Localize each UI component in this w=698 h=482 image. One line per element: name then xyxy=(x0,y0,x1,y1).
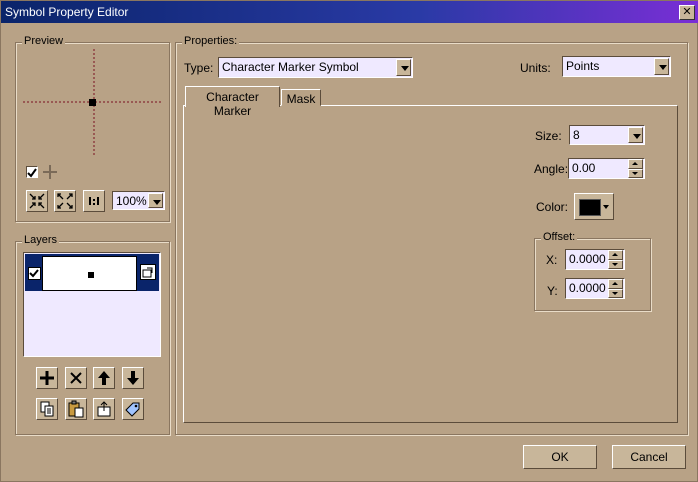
offset-x-value: 0.0000 xyxy=(569,252,606,266)
one-to-one-icon xyxy=(89,197,99,205)
export-layer-button[interactable] xyxy=(93,398,115,420)
cancel-button-label: Cancel xyxy=(630,450,668,464)
marker-symbol-thumbnail xyxy=(88,272,94,278)
spin-up-icon[interactable] xyxy=(608,279,623,289)
offset-legend: Offset: xyxy=(541,231,578,243)
symbol-property-editor-dialog: Symbol Property Editor ✕ Preview 100% La… xyxy=(0,0,698,482)
close-icon: ✕ xyxy=(682,6,692,18)
layers-legend: Layers xyxy=(22,234,60,246)
paste-layer-button[interactable] xyxy=(65,398,87,420)
layers-list[interactable] xyxy=(23,252,161,357)
checkmark-icon xyxy=(29,269,39,278)
spin-up-icon[interactable] xyxy=(608,250,623,260)
add-layer-button[interactable] xyxy=(36,367,58,389)
spin-down-icon[interactable] xyxy=(608,288,623,298)
type-label: Type: xyxy=(184,61,214,75)
zoom-select[interactable]: 100% xyxy=(112,191,165,210)
size-value: 8 xyxy=(573,128,580,142)
preview-visibility-checkbox[interactable] xyxy=(26,166,38,178)
offset-x-label: X: xyxy=(546,253,558,267)
angle-value: 0.00 xyxy=(572,161,596,175)
spin-up-icon[interactable] xyxy=(628,159,643,169)
color-swatch xyxy=(579,199,601,216)
tab-character-marker-label: Character Marker xyxy=(206,90,259,118)
arrow-down-icon xyxy=(127,371,139,385)
tag-icon xyxy=(125,402,140,417)
ok-button-label: OK xyxy=(551,450,569,464)
chevron-down-icon xyxy=(603,205,609,209)
angle-spinner[interactable]: 0.00 xyxy=(568,158,645,179)
delete-x-icon xyxy=(70,372,82,384)
tag-layer-button[interactable] xyxy=(122,398,144,420)
angle-spin-buttons[interactable] xyxy=(628,159,644,178)
offset-y-spinner[interactable]: 0.0000 xyxy=(565,278,625,299)
export-icon xyxy=(97,401,111,417)
cancel-button[interactable]: Cancel xyxy=(612,445,686,469)
shrink-arrows-icon xyxy=(29,193,45,209)
tab-character-marker[interactable]: Character Marker xyxy=(185,86,280,118)
ok-button[interactable]: OK xyxy=(523,445,597,469)
type-value: Character Marker Symbol xyxy=(222,60,359,74)
delete-layer-button[interactable] xyxy=(65,367,87,389)
units-value: Points xyxy=(566,59,600,73)
checkmark-icon xyxy=(27,168,37,178)
actual-size-button[interactable] xyxy=(83,190,105,212)
plus-icon xyxy=(40,371,54,385)
zoom-out-button[interactable] xyxy=(54,190,76,212)
chevron-down-icon[interactable] xyxy=(148,193,163,208)
move-layer-up-button[interactable] xyxy=(93,367,115,389)
spin-down-icon[interactable] xyxy=(628,168,643,178)
color-label: Color: xyxy=(536,200,569,214)
expand-arrows-icon xyxy=(57,193,73,209)
close-button[interactable]: ✕ xyxy=(679,5,695,20)
crosshair-icon[interactable] xyxy=(43,165,57,179)
preview-legend: Preview xyxy=(22,35,66,47)
offset-x-spinner[interactable]: 0.0000 xyxy=(565,249,625,270)
paste-icon xyxy=(68,400,84,418)
chevron-down-icon[interactable] xyxy=(396,59,411,76)
type-select[interactable]: Character Marker Symbol xyxy=(218,57,413,78)
properties-legend: Properties: xyxy=(182,35,240,47)
zoom-value: 100% xyxy=(116,194,147,208)
layer-thumbnail xyxy=(42,256,137,291)
tab-mask-label: Mask xyxy=(286,92,316,106)
title-bar[interactable]: Symbol Property Editor ✕ xyxy=(1,1,698,23)
units-label: Units: xyxy=(520,61,551,75)
layer-visible-checkbox[interactable] xyxy=(28,267,41,280)
offset-y-spin-buttons[interactable] xyxy=(608,279,624,298)
marker-symbol-preview xyxy=(89,99,96,106)
move-layer-down-button[interactable] xyxy=(122,367,144,389)
color-picker-button[interactable] xyxy=(574,193,614,220)
chevron-down-icon[interactable] xyxy=(628,127,643,143)
layer-lock-icon[interactable] xyxy=(140,264,156,280)
zoom-in-button[interactable] xyxy=(26,190,48,212)
chevron-down-icon[interactable] xyxy=(654,58,669,75)
offset-x-spin-buttons[interactable] xyxy=(608,250,624,269)
offset-y-label: Y: xyxy=(547,284,558,298)
units-select[interactable]: Points xyxy=(562,56,671,77)
angle-label: Angle: xyxy=(534,162,569,176)
copy-icon xyxy=(40,401,54,417)
spin-down-icon[interactable] xyxy=(608,259,623,269)
size-label: Size: xyxy=(535,129,562,143)
window-title: Symbol Property Editor xyxy=(5,5,129,19)
copy-layer-button[interactable] xyxy=(36,398,58,420)
size-select[interactable]: 8 xyxy=(569,125,645,145)
offset-y-value: 0.0000 xyxy=(569,281,606,295)
tab-mask[interactable]: Mask xyxy=(281,89,321,106)
layer-row-selected[interactable] xyxy=(25,254,159,291)
preview-canvas xyxy=(23,49,161,155)
arrow-up-icon xyxy=(98,371,110,385)
